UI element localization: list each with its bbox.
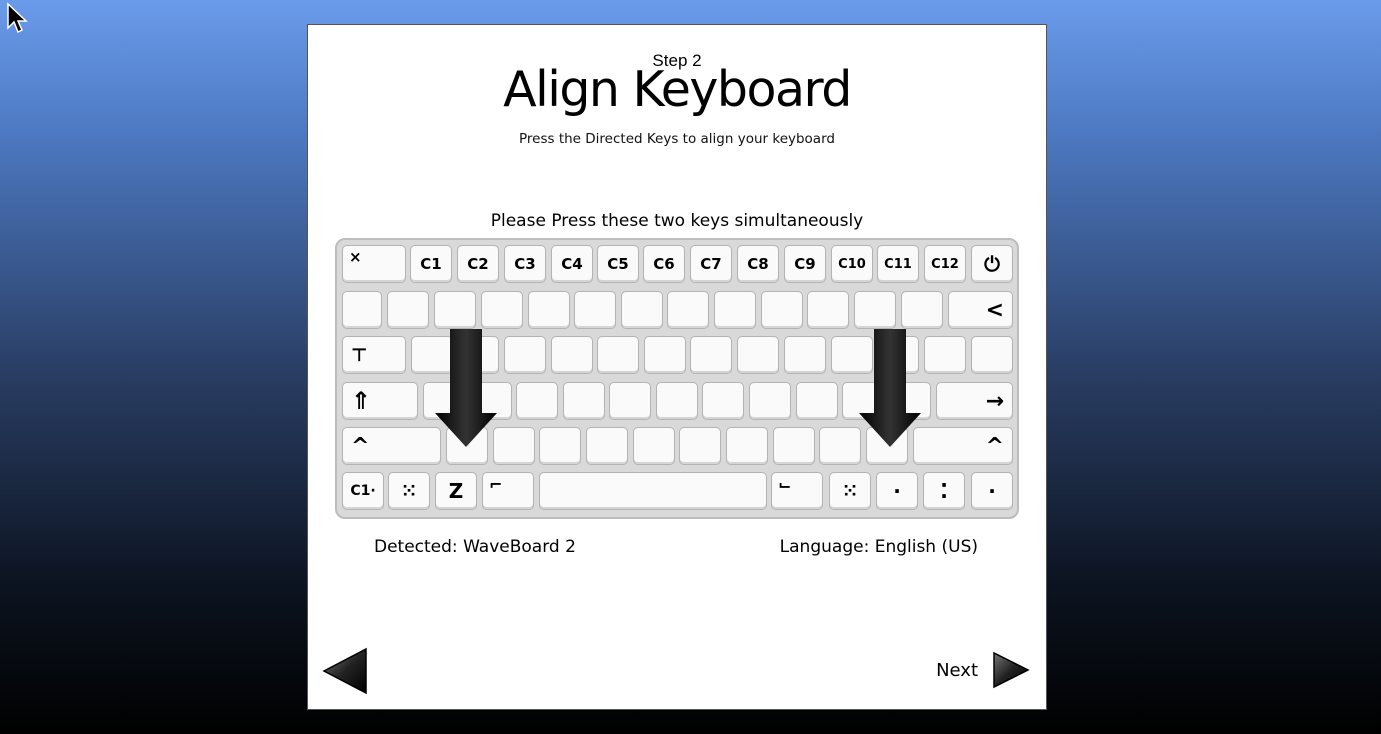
key	[679, 427, 721, 465]
key-arrow-left: ·	[876, 472, 918, 510]
keyboard-language-label: Language: English (US)	[779, 537, 978, 557]
key	[586, 427, 628, 465]
key	[737, 336, 779, 374]
key	[551, 336, 593, 374]
key-c2: C2	[457, 245, 499, 283]
key	[621, 291, 663, 329]
key	[726, 427, 768, 465]
key	[504, 336, 546, 374]
key	[609, 382, 651, 420]
key-arrow-updown: ⁚	[923, 472, 965, 510]
key	[644, 336, 686, 374]
key	[493, 427, 535, 465]
key	[819, 427, 861, 465]
key	[773, 427, 815, 465]
key	[633, 427, 675, 465]
key	[749, 382, 791, 420]
key	[563, 382, 605, 420]
key-control: ⁙	[388, 472, 430, 510]
page-title: Align Keyboard	[503, 61, 852, 118]
key	[796, 382, 838, 420]
arrow-down-icon	[859, 329, 921, 447]
triangle-right-icon	[993, 651, 1030, 689]
key-c7: C7	[690, 245, 732, 283]
key	[574, 291, 616, 329]
right-shift-key: ^	[913, 427, 1013, 465]
key	[784, 336, 826, 374]
key	[667, 291, 709, 329]
key-command-right: ⌙	[771, 472, 823, 510]
key-c10: C10	[831, 245, 873, 283]
key	[539, 427, 581, 465]
key	[807, 291, 849, 329]
key	[924, 336, 966, 374]
backspace-key: <	[948, 291, 1013, 329]
instruction-text: Please Press these two keys simultaneous…	[490, 211, 864, 231]
key	[854, 291, 896, 329]
key	[702, 382, 744, 420]
key-esc: ×	[342, 245, 406, 283]
left-shift-key: ^	[342, 427, 441, 465]
key	[481, 291, 523, 329]
detected-keyboard-label: Detected: WaveBoard 2	[374, 537, 576, 557]
key	[761, 291, 803, 329]
key-fn: C1·	[342, 472, 384, 510]
key-c11: C11	[877, 245, 919, 283]
key-c1: C1	[410, 245, 452, 283]
key-c12: C12	[924, 245, 966, 283]
key-c6: C6	[643, 245, 685, 283]
enter-key: →	[936, 382, 1013, 420]
key-option-right: ⁙	[829, 472, 871, 510]
next-label: Next	[936, 659, 978, 681]
page-subtitle: Press the Directed Keys to align your ke…	[519, 131, 835, 147]
key	[690, 336, 732, 374]
key	[434, 291, 476, 329]
key-c3: C3	[504, 245, 546, 283]
caps-lock-key: ⇑	[342, 382, 418, 420]
power-icon: ⏻	[971, 245, 1013, 283]
mouse-pointer-icon	[7, 2, 28, 34]
key	[971, 336, 1013, 374]
key-command-left: ⌐	[482, 472, 534, 510]
key	[656, 382, 698, 420]
key	[528, 291, 570, 329]
key	[387, 291, 429, 329]
key	[901, 291, 943, 329]
key-arrow-right: ·	[971, 472, 1013, 510]
key-c4: C4	[551, 245, 593, 283]
key-c9: C9	[784, 245, 826, 283]
key-option: Z	[435, 472, 477, 510]
key	[516, 382, 558, 420]
key-c5: C5	[597, 245, 639, 283]
key	[597, 336, 639, 374]
tab-key: ⊤	[342, 336, 406, 374]
spacebar-key	[539, 472, 767, 510]
key	[342, 291, 382, 329]
key	[714, 291, 756, 329]
next-button[interactable]: Next	[936, 651, 1030, 689]
key-c8: C8	[737, 245, 779, 283]
back-button[interactable]	[322, 647, 368, 695]
arrow-down-icon	[435, 329, 497, 447]
setup-dialog: Step 2 Align Keyboard Press the Directed…	[307, 24, 1047, 710]
